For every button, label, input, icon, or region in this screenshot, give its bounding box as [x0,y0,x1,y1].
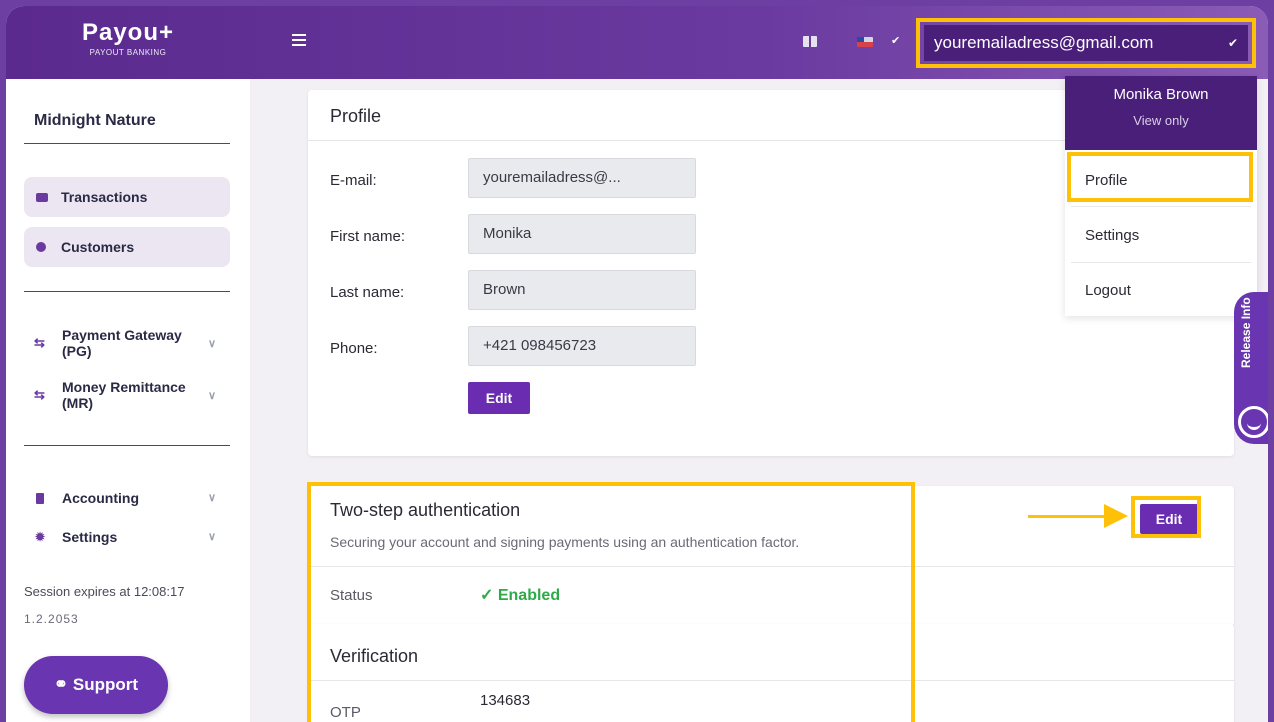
transfer-arrows-icon: ⇆ [34,335,45,350]
user-dropdown-menu: Monika Brown View only Profile Settings … [1065,76,1257,316]
profile-edit-button[interactable]: Edit [468,382,530,414]
otp-label: OTP [330,704,361,721]
divider [1071,262,1251,263]
email-label: E-mail: [330,172,377,189]
logo-tagline: PAYOUT BANKING [89,48,167,57]
divider [24,445,230,446]
logo-wordmark: Payou+ [81,19,175,46]
user-icon [36,242,46,252]
dropdown-user-header: Monika Brown View only [1065,76,1257,150]
document-icon [36,493,44,504]
status-value: Enabled [497,587,561,604]
status-label: Status [330,587,373,604]
sidebar-item-settings[interactable]: ✹ Settings ∨ [34,528,224,548]
us-flag-icon[interactable] [857,37,873,47]
organization-name: Midnight Nature [34,112,156,129]
release-info-label: Release Info [1239,297,1253,368]
divider [1071,206,1251,207]
chevron-down-icon: ∨ [207,492,216,504]
support-button[interactable]: ⚭ Support [24,656,168,714]
sidebar-item-label: Transactions [61,189,148,205]
two-step-card: Two-step authentication Securing your ac… [308,486,1234,626]
status-badge: ✓ Enabled [480,585,560,605]
top-bar: Payou+ PAYOUT BANKING ✔ youremailadress@… [6,6,1268,79]
user-menu-button[interactable]: youremailadress@gmail.com ✔ [916,18,1256,68]
sidebar-item-money-remittance[interactable]: ⇆ Money Remittance (MR) ∨ [34,379,224,413]
menu-item-logout[interactable]: Logout [1085,282,1131,299]
headset-icon: ⚭ [53,675,69,694]
app-version: 1.2.2053 [24,612,79,626]
chevron-down-icon[interactable]: ✔ [891,34,900,47]
sidebar-item-payment-gateway[interactable]: ⇆ Payment Gateway (PG) ∨ [34,327,224,361]
menu-item-settings[interactable]: Settings [1085,227,1139,244]
verification-card: Verification OTP 134683 [308,624,1234,722]
sidebar-item-accounting[interactable]: Accounting ∨ [34,489,224,509]
last-name-label: Last name: [330,284,405,301]
user-email: youremailadress@gmail.com [934,33,1154,52]
gear-icon: ✹ [35,530,46,544]
profile-title: Profile [330,106,382,126]
sidebar-item-transactions[interactable]: Transactions [24,177,230,217]
checkmark-icon: ✓ [480,587,494,604]
dropdown-user-role: View only [1133,113,1189,128]
card-icon [36,193,48,202]
chevron-down-icon: ∨ [207,531,216,543]
divider [24,291,230,292]
logo[interactable]: Payou+ PAYOUT BANKING [78,19,178,58]
sidebar-item-label: Accounting [62,490,139,506]
transfer-arrows-icon: ⇆ [34,387,45,402]
otp-value: 134683 [480,692,531,709]
book-icon[interactable] [803,36,817,47]
first-name-field[interactable]: Monika [468,214,696,254]
verification-title: Verification [330,646,419,666]
sidebar-item-label: (MR) [62,395,94,411]
last-name-field[interactable]: Brown [468,270,696,310]
first-name-label: First name: [330,228,406,245]
divider [308,566,1234,567]
sidebar-item-label: Settings [62,529,118,545]
chevron-down-icon: ∨ [207,390,216,402]
dropdown-user-name: Monika Brown [1113,86,1209,103]
sidebar: Midnight Nature Transactions Customers ⇆… [6,79,250,722]
chevron-down-icon: ∨ [207,338,216,350]
sidebar-item-label: Customers [61,239,135,255]
divider [308,680,1234,681]
email-field[interactable]: youremailadress@... [468,158,696,198]
menu-item-profile[interactable]: Profile [1085,172,1128,189]
two-step-edit-button[interactable]: Edit [1140,504,1198,534]
release-info-tab[interactable]: Release Info [1234,292,1268,444]
chevron-down-icon: ✔ [1227,36,1238,50]
sidebar-item-label: (PG) [62,343,92,359]
sidebar-item-customers[interactable]: Customers [24,227,230,267]
smiley-icon [1238,406,1268,438]
session-expiry: Session expires at 12:08:17 [24,584,185,599]
two-step-subtitle: Securing your account and signing paymen… [330,534,800,550]
pointer-arrow [1028,515,1108,518]
pointer-arrow-head [1104,504,1128,528]
phone-label: Phone: [330,340,378,357]
divider [24,143,230,144]
app-frame: Payou+ PAYOUT BANKING ✔ youremailadress@… [6,6,1268,722]
phone-field[interactable]: +421 098456723 [468,326,696,366]
sidebar-item-label: Payment Gateway [62,327,182,343]
sidebar-item-label: Money Remittance [62,379,186,395]
menu-icon[interactable] [292,34,306,46]
two-step-title: Two-step authentication [330,500,521,520]
user-email-box[interactable]: youremailadress@gmail.com ✔ [924,25,1248,61]
support-label: Support [72,675,139,694]
